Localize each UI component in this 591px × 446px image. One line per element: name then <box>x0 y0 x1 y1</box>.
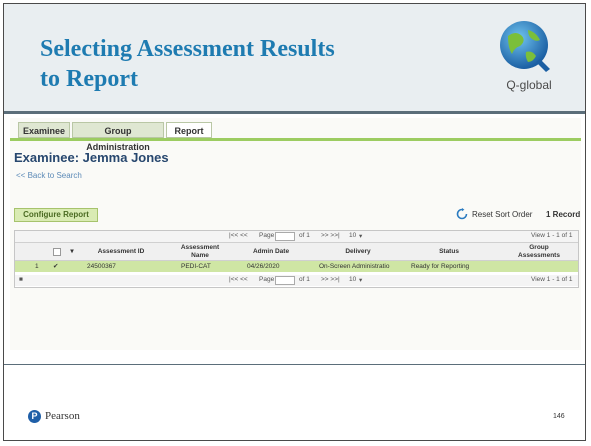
select-all-checkbox[interactable] <box>53 248 61 256</box>
col-delivery[interactable]: Delivery <box>321 248 395 256</box>
col-assessment-id[interactable]: Assessment ID <box>89 248 153 256</box>
cell-delivery: On-Screen Administratio <box>319 263 390 270</box>
page-number: 146 <box>553 413 565 420</box>
pearson-wordmark: Pearson <box>45 410 80 422</box>
tab-report[interactable]: Report <box>166 122 212 138</box>
page-of-label: of 1 <box>299 232 310 239</box>
grid-header: ▾ Assessment ID Assessment Name Admin Da… <box>15 242 578 261</box>
page-of-label: of 1 <box>299 276 310 283</box>
next-last-icon[interactable]: >> >>| <box>321 232 340 239</box>
record-count: 1 Record <box>546 210 581 219</box>
tab-examinee[interactable]: Examinee <box>18 122 70 138</box>
row-number: 1 <box>35 263 39 270</box>
q-global-logo-icon <box>500 21 550 72</box>
cell-assessment-name: PEDI-CAT <box>181 263 211 270</box>
table-row[interactable]: 1 ✔ 24500367 PEDI-CAT 04/26/2020 On-Scre… <box>15 261 578 272</box>
examinee-heading: Examinee: Jemma Jones <box>14 150 169 165</box>
page-label: Page <box>259 232 275 239</box>
header-divider <box>4 111 585 114</box>
rows-per-page-select[interactable]: 10 <box>349 232 356 239</box>
sort-caret-icon[interactable]: ▾ <box>67 248 77 256</box>
rows-per-page-select[interactable]: 10 <box>349 276 356 283</box>
tab-group-administration[interactable]: Group Administration <box>72 122 164 152</box>
first-prev-icon[interactable]: |<< << <box>229 232 248 239</box>
page-input[interactable] <box>273 276 297 285</box>
col-admin-date[interactable]: Admin Date <box>241 248 301 256</box>
footer-divider <box>4 364 585 365</box>
pearson-logo-icon: P <box>28 410 41 423</box>
reset-sort-order-link[interactable]: Reset Sort Order <box>472 210 532 219</box>
chevron-down-icon[interactable]: ▾ <box>359 276 362 284</box>
cell-admin-date: 04/26/2020 <box>247 263 280 270</box>
page-input[interactable] <box>273 232 297 241</box>
back-to-search-link[interactable]: << Back to Search <box>16 171 82 180</box>
top-pager: |<< << Page of 1 >> >>| 10 ▾ View 1 - 1 … <box>15 231 578 242</box>
tab-bar: Examinee Group Administration Report <box>10 122 581 152</box>
q-global-logo-text: Q-global <box>506 78 552 92</box>
cell-assessment-id: 24500367 <box>87 263 116 270</box>
chevron-down-icon[interactable]: ▾ <box>359 232 362 240</box>
assessment-results-grid: |<< << Page of 1 >> >>| 10 ▾ View 1 - 1 … <box>14 230 579 288</box>
col-assessment-name[interactable]: Assessment Name <box>177 244 223 260</box>
view-count: View 1 - 1 of 1 <box>531 232 573 239</box>
row-checkbox-checked-icon[interactable]: ✔ <box>53 262 58 270</box>
page-label: Page <box>259 276 275 283</box>
refresh-icon[interactable] <box>456 208 468 220</box>
slide-title: Selecting Assessment Results to Report <box>40 36 335 92</box>
col-group-assessments[interactable]: Group Assessments <box>513 244 565 260</box>
slide: Selecting Assessment Results to Report Q… <box>0 0 591 446</box>
cell-status: Ready for Reporting <box>411 263 470 270</box>
first-prev-icon[interactable]: |<< << <box>229 276 248 283</box>
grid-options-icon[interactable]: ■ <box>19 276 23 283</box>
col-status[interactable]: Status <box>419 248 479 256</box>
configure-report-button[interactable]: Configure Report <box>14 208 98 222</box>
next-last-icon[interactable]: >> >>| <box>321 276 340 283</box>
bottom-pager: ■ |<< << Page of 1 >> >>| 10 ▾ View 1 - … <box>15 275 578 286</box>
view-count: View 1 - 1 of 1 <box>531 276 573 283</box>
